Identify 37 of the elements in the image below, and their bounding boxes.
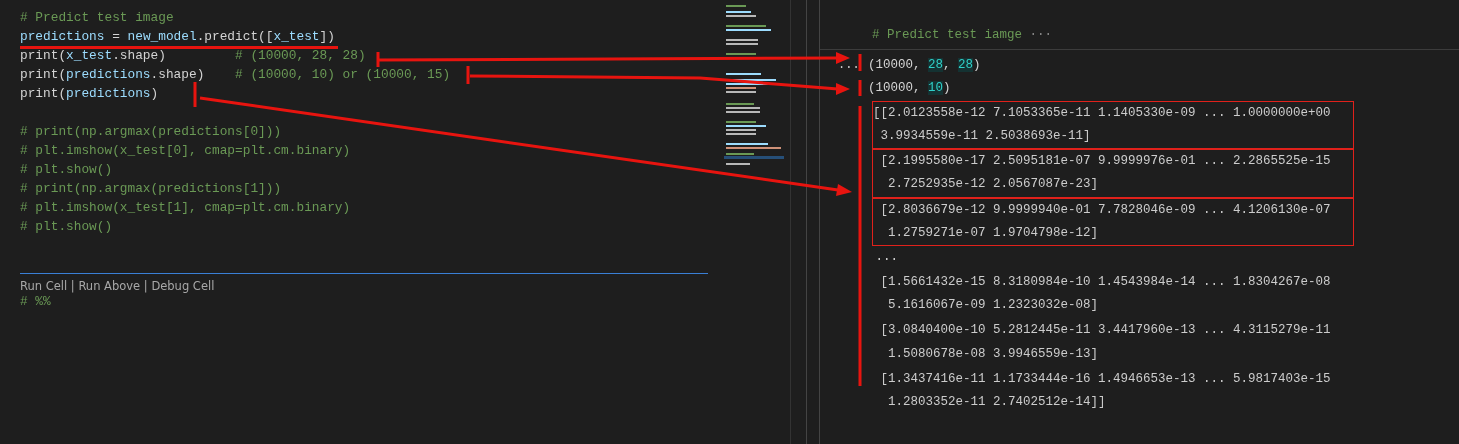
code-line: # plt.imshow(x_test[0], cmap=plt.cm.binary) — [20, 143, 351, 159]
output-line: (10000, 10) — [868, 80, 952, 98]
output-line: 5.1616067e-09 1.2323032e-08] — [887, 296, 1100, 314]
code-line: # Predict test image — [20, 10, 174, 26]
code-line: print(predictions.shape) # (10000, 10) or (10000, 15) — [20, 67, 451, 83]
output-line: 3.9934559e-11 2.5038693e-11] — [879, 127, 1092, 145]
separator-text: | — [142, 278, 149, 294]
collapsed-ellipsis[interactable]: ··· — [1022, 28, 1053, 42]
code-line: print(predictions) — [20, 86, 159, 102]
output-line: 1.2803352e-11 2.7402512e-14]] — [887, 394, 1107, 412]
annotation-tick — [858, 80, 862, 96]
code-line: # print(np.argmax(predictions[1])) — [20, 181, 282, 197]
output-more-icon[interactable]: ... — [838, 56, 860, 74]
code-line: predictions = new_model.predict([x_test]) — [20, 29, 335, 45]
cell-header-text: # Predict test iamge — [872, 28, 1023, 42]
output-line: [[2.0123558e-12 7.1053365e-11 1.1405330e-09 ... 1.0000000e+00 — [873, 104, 1332, 122]
codelens-link[interactable]: Run Above — [78, 278, 141, 294]
separator-text: | — [69, 278, 76, 294]
annotation-tick — [858, 54, 862, 71]
codelens-link[interactable]: Debug Cell — [151, 278, 215, 294]
output-line: [2.8036679e-12 9.9999940e-01 7.7828046e-09 ... 4.1206130e-07 — [879, 201, 1332, 219]
code-line: print(x_test.shape) # (10000, 28, 28) — [20, 48, 366, 64]
code-line: # plt.imshow(x_test[1], cmap=plt.cm.binary) — [20, 200, 351, 216]
code-line: # %% — [20, 294, 51, 310]
code-line: # plt.show() — [20, 219, 113, 235]
output-line: [3.0840400e-10 5.2812445e-11 3.4417960e-13 ... 4.3115279e-11 — [879, 322, 1332, 340]
output-line: 1.2759271e-07 1.9704798e-12] — [887, 225, 1100, 243]
code-line: # print(np.argmax(predictions[0])) — [20, 124, 282, 140]
output-line: 2.7252935e-12 2.0567087e-23] — [887, 176, 1100, 194]
output-line: [1.5661432e-15 8.3180984e-10 1.4543984e-14 ... 1.8304267e-08 — [879, 273, 1332, 291]
output-line: 1.5080678e-08 3.9946559e-13] — [887, 345, 1100, 363]
output-line: [2.1995580e-17 2.5095181e-07 9.9999976e-01 ... 2.2865525e-15 — [879, 153, 1332, 171]
output-line: (10000, 28, 28) — [868, 57, 982, 74]
output-line: [1.3437416e-11 1.1733444e-16 1.4946653e-13 ... 5.9817403e-15 — [879, 370, 1332, 388]
codelens-link[interactable]: Run Cell — [20, 278, 68, 294]
output-line: ... — [874, 249, 899, 267]
code-line: # plt.show() — [20, 162, 113, 178]
